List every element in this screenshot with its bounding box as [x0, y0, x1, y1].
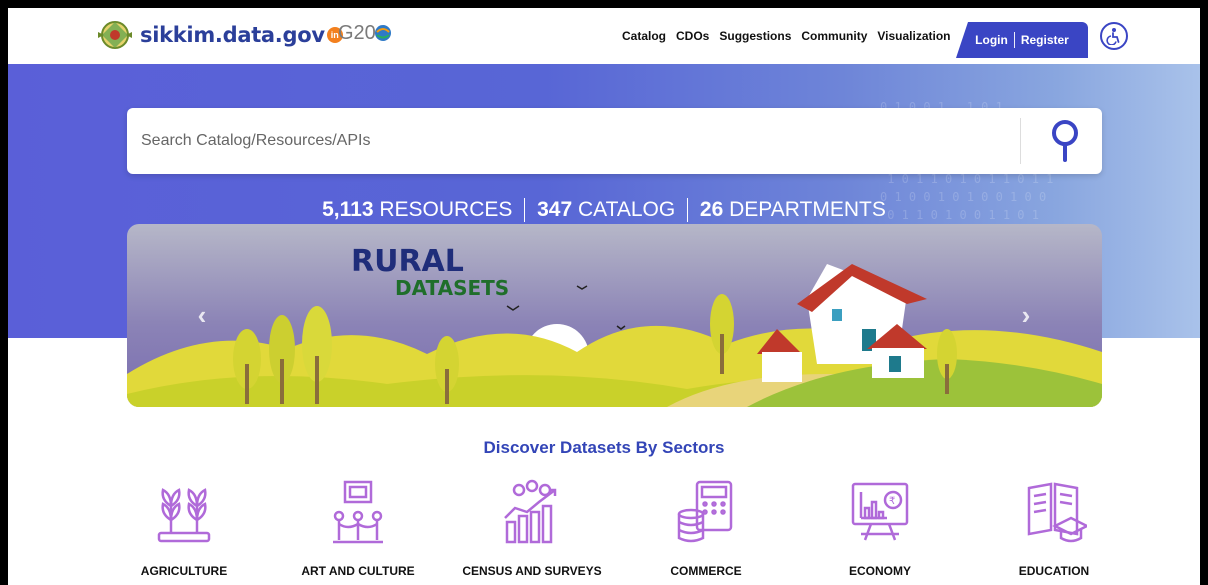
- catalog-count: 347: [537, 198, 573, 221]
- main-nav: Catalog CDOs Suggestions Community Visua…: [622, 8, 951, 64]
- sector-commerce[interactable]: COMMERCE: [626, 478, 786, 578]
- g20-globe-icon: [375, 25, 391, 41]
- sector-economy[interactable]: ₹ ECONOMY: [800, 478, 960, 578]
- education-icon: [1027, 482, 1087, 543]
- carousel-illustration: [127, 224, 1102, 407]
- sector-agriculture[interactable]: AGRICULTURE: [104, 478, 264, 578]
- g20-text: G20: [338, 22, 376, 44]
- economy-icon: ₹: [851, 482, 909, 541]
- stats-separator: [687, 198, 689, 223]
- resources-count: 5,113: [322, 198, 374, 221]
- search-icon[interactable]: [1047, 118, 1083, 164]
- search-bar: [127, 108, 1102, 174]
- calculator-icon: [677, 480, 733, 543]
- sector-education[interactable]: EDUCATION: [974, 478, 1134, 578]
- departments-count: 26: [699, 198, 724, 221]
- sikkim-emblem-icon: [98, 21, 132, 49]
- nav-cdos[interactable]: CDOs: [676, 29, 709, 43]
- search-input[interactable]: [141, 108, 1001, 174]
- sector-label: EDUCATION: [1018, 564, 1090, 578]
- accessibility-icon: [1106, 28, 1120, 45]
- dataset-carousel: RURAL DATASETS ‹ ›: [127, 224, 1102, 407]
- plant-icon: [157, 488, 211, 543]
- stats-separator: [524, 198, 526, 223]
- site-header: sikkim.data.gov in G20 Catalog CDOs Sugg…: [8, 8, 1200, 64]
- resources-label: RESOURCES: [379, 198, 513, 221]
- g20-logo: G20: [338, 22, 398, 52]
- search-divider: [1020, 118, 1021, 164]
- site-stats: 5,113 RESOURCES 347 CATALOG 26 DEPARTMEN…: [8, 198, 1200, 223]
- nav-community[interactable]: Community: [801, 29, 867, 43]
- sector-label: CENSUS AND SURVEYS: [462, 564, 602, 578]
- svg-text:₹: ₹: [889, 496, 895, 507]
- sector-label: AGRICULTURE: [140, 564, 228, 578]
- accessibility-button[interactable]: [1100, 22, 1128, 50]
- sectors-heading: Discover Datasets By Sectors: [483, 438, 725, 457]
- census-icon: [504, 479, 557, 544]
- carousel-prev-button[interactable]: ‹: [191, 302, 213, 328]
- sector-label: COMMERCE: [670, 564, 742, 578]
- carousel-subtitle: DATASETS: [395, 276, 510, 300]
- departments-label: DEPARTMENTS: [729, 198, 886, 221]
- brand-name: sikkim.data.gov: [140, 23, 325, 47]
- art-icon: [333, 480, 383, 544]
- sector-label: ART AND CULTURE: [301, 564, 415, 578]
- page-frame: 0 1 0 0 1 1 0 1 0 1 1 0 1 0 0 1 0 1 1 1 …: [8, 8, 1200, 585]
- catalog-label: CATALOG: [577, 198, 676, 221]
- site-logo[interactable]: sikkim.data.gov in: [96, 18, 343, 52]
- register-link[interactable]: Register: [1021, 33, 1069, 47]
- auth-box: Login Register: [956, 22, 1088, 58]
- login-link[interactable]: Login: [975, 33, 1008, 47]
- sector-label: ECONOMY: [848, 564, 911, 578]
- sector-art-and-culture[interactable]: ART AND CULTURE: [278, 478, 438, 578]
- nav-suggestions[interactable]: Suggestions: [719, 29, 791, 43]
- carousel-next-button[interactable]: ›: [1015, 302, 1037, 328]
- auth-separator: [1013, 32, 1015, 48]
- nav-visualization[interactable]: Visualization: [877, 29, 950, 43]
- sector-census-and-surveys[interactable]: CENSUS AND SURVEYS: [452, 478, 612, 578]
- carousel-title: RURAL: [351, 244, 464, 279]
- nav-catalog[interactable]: Catalog: [622, 29, 666, 43]
